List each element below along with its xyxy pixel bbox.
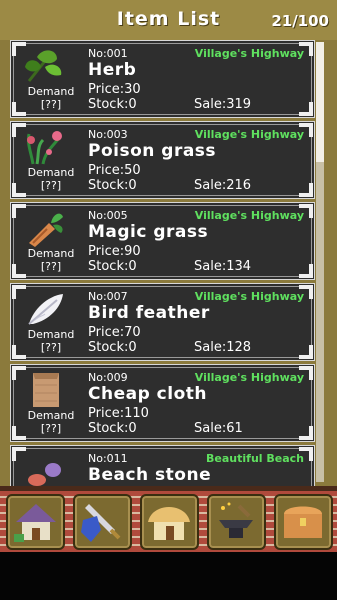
item-location: Village's Highway <box>194 128 304 141</box>
item-card-cheap-cloth[interactable]: Demand [??] No:009 Village's Highway Che… <box>10 364 315 442</box>
item-stock: Stock:0 <box>88 421 137 436</box>
item-number: No:003 <box>88 128 128 141</box>
cheap-cloth-icon <box>33 373 59 407</box>
item-number: No:007 <box>88 290 128 303</box>
demand-label: Demand <box>27 409 75 422</box>
header-bar: Item List 21/100 <box>0 0 337 40</box>
item-stock: Stock:0 <box>88 340 137 355</box>
item-list[interactable]: Demand [??] No:001 Village's Highway Her… <box>10 40 315 486</box>
demand-value: [??] <box>40 260 62 273</box>
sword-shield-icon <box>81 504 121 542</box>
item-sale: Sale:128 <box>194 340 252 355</box>
nav-equipment-button[interactable] <box>73 494 132 550</box>
house-icon <box>14 504 56 542</box>
item-sale: Sale:134 <box>194 259 252 274</box>
item-name: Magic grass <box>88 222 209 242</box>
item-location: Village's Highway <box>194 290 304 303</box>
magic-grass-icon <box>29 213 63 247</box>
demand-label: Demand <box>27 166 75 179</box>
item-sale: Sale:61 <box>194 421 243 436</box>
item-location: Village's Highway <box>194 371 304 384</box>
item-stock: Stock:0 <box>88 259 137 274</box>
scrollbar[interactable] <box>316 42 324 482</box>
demand-label: Demand <box>27 328 75 341</box>
nav-shop-button[interactable] <box>140 494 199 550</box>
item-location: Village's Highway <box>194 47 304 60</box>
herb-icon <box>25 50 62 82</box>
item-number: No:009 <box>88 371 128 384</box>
item-sale: Sale:319 <box>194 97 252 112</box>
item-price: Price:110 <box>88 406 149 421</box>
item-location: Beautiful Beach <box>206 452 304 465</box>
demand-label: Demand <box>27 247 75 260</box>
demand-value: [??] <box>40 422 62 435</box>
item-location: Village's Highway <box>194 209 304 222</box>
item-stock: Stock:0 <box>88 178 137 193</box>
item-name: Herb <box>88 60 137 80</box>
item-price: Price:30 <box>88 82 141 97</box>
item-price: Price:70 <box>88 325 141 340</box>
item-count: 21/100 <box>271 12 329 30</box>
bottom-blank-area <box>0 552 337 600</box>
item-card-poison-grass[interactable]: Demand [??] No:003 Village's Highway Poi… <box>10 121 315 199</box>
bottom-nav-bar <box>0 486 337 552</box>
demand-value: [??] <box>40 341 62 354</box>
item-number: No:011 <box>88 452 128 465</box>
item-name: Beach stone <box>88 465 212 485</box>
item-name: Poison grass <box>88 141 217 161</box>
item-card-magic-grass[interactable]: Demand [??] No:005 Village's Highway Mag… <box>10 202 315 280</box>
demand-value: [??] <box>40 98 62 111</box>
item-price: Price:50 <box>88 163 141 178</box>
beach-stone-icon <box>28 463 61 486</box>
item-number: No:001 <box>88 47 128 60</box>
item-number: No:005 <box>88 209 128 222</box>
item-name: Cheap cloth <box>88 384 207 404</box>
anvil-icon <box>219 502 253 538</box>
treasure-chest-icon <box>284 506 322 538</box>
item-card-herb[interactable]: Demand [??] No:001 Village's Highway Her… <box>10 40 315 118</box>
nav-house-button[interactable] <box>6 494 65 550</box>
item-card-beach-stone[interactable]: No:011 Beautiful Beach Beach stone <box>10 445 315 486</box>
item-card-bird-feather[interactable]: Demand [??] No:007 Village's Highway Bir… <box>10 283 315 361</box>
poison-grass-icon <box>27 131 62 165</box>
item-price: Price:90 <box>88 244 141 259</box>
bird-feather-icon <box>28 294 63 325</box>
item-name: Bird feather <box>88 303 210 323</box>
hut-icon <box>148 507 190 540</box>
nav-storage-button[interactable] <box>274 494 333 550</box>
nav-smith-button[interactable] <box>207 494 266 550</box>
scrollbar-thumb[interactable] <box>316 42 324 162</box>
item-sale: Sale:216 <box>194 178 252 193</box>
item-stock: Stock:0 <box>88 97 137 112</box>
demand-value: [??] <box>40 179 62 192</box>
demand-label: Demand <box>27 85 75 98</box>
